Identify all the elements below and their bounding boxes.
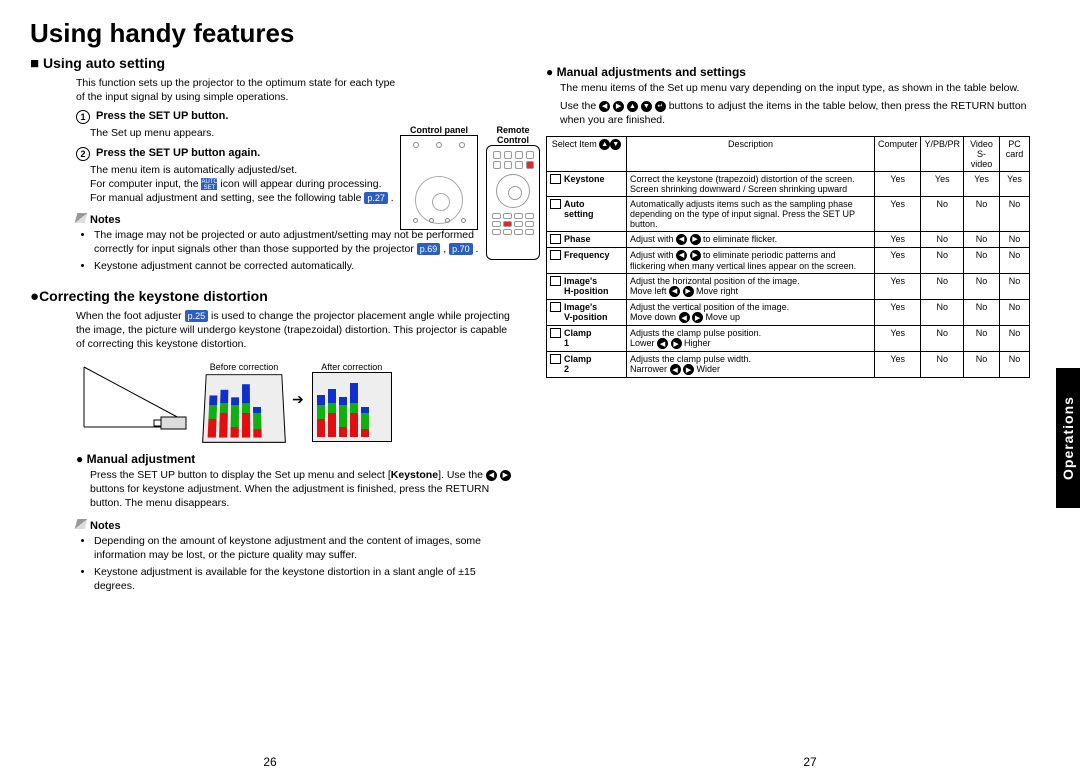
table-row: Image'sV-positionAdjust the vertical pos… bbox=[547, 299, 1030, 325]
auto-set-icon: AUTOSET bbox=[201, 178, 217, 190]
projector-sketch-icon bbox=[76, 357, 196, 442]
right-arrow-icon: ▶ bbox=[500, 470, 511, 481]
left-arrow-icon: ◀ bbox=[599, 101, 610, 112]
table-row: FrequencyAdjust with ◀ ▶ to eliminate pe… bbox=[547, 247, 1030, 273]
table-row: Image'sH-positionAdjust the horizontal p… bbox=[547, 273, 1030, 299]
setting-icon bbox=[550, 328, 561, 338]
right-column: ● Manual adjustments and settings The me… bbox=[546, 55, 1050, 596]
page-number-right: 27 bbox=[803, 755, 816, 769]
up-arrow-icon: ▲ bbox=[627, 101, 638, 112]
control-panel-icon bbox=[400, 135, 478, 230]
table-row: PhaseAdjust with ◀ ▶ to eliminate flicke… bbox=[547, 231, 1030, 247]
label-control-panel: Control panel bbox=[400, 125, 478, 135]
manual-adjust-head: ● Manual adjustment bbox=[76, 452, 514, 466]
step-number-icon: 2 bbox=[76, 147, 90, 161]
page-title: Using handy features bbox=[30, 18, 1080, 49]
settings-table: Select Item ▲▼ Description Computer Y/PB… bbox=[546, 136, 1030, 379]
auto-setting-intro: This function sets up the projector to t… bbox=[76, 76, 396, 104]
left-column: ■ Using auto setting This function sets … bbox=[30, 55, 514, 596]
table-row: Clamp2Adjusts the clamp pulse width.Narr… bbox=[547, 352, 1030, 378]
section-keystone: ●Correcting the keystone distortion bbox=[30, 288, 514, 305]
setting-icon bbox=[550, 354, 561, 364]
keystone-illustration: Before correction ➔ After correction bbox=[76, 357, 514, 442]
table-row: KeystoneCorrect the keystone (trapezoid)… bbox=[547, 171, 1030, 196]
step-1: 1 Press the SET UP button. bbox=[76, 110, 514, 124]
step-number-icon: 1 bbox=[76, 110, 90, 124]
up-arrow-icon: ▲ bbox=[599, 139, 610, 150]
table-row: AutosettingAutomatically adjusts items s… bbox=[547, 196, 1030, 231]
device-illustrations: Control panel Remote Control bbox=[400, 125, 540, 260]
notes-heading-2: Notes bbox=[76, 519, 514, 532]
notes-list-2: Depending on the amount of keystone adju… bbox=[94, 534, 514, 594]
section-manual-settings: ● Manual adjustments and settings bbox=[546, 65, 1030, 79]
page-ref-27[interactable]: p.27 bbox=[364, 192, 388, 204]
before-caption: Before correction bbox=[204, 362, 284, 372]
arrow-icon: ➔ bbox=[292, 391, 304, 408]
enter-icon: ↵ bbox=[655, 101, 666, 112]
side-tab-operations: Operations bbox=[1056, 368, 1080, 508]
left-arrow-icon: ◀ bbox=[486, 470, 497, 481]
label-remote-control: Remote Control bbox=[486, 125, 540, 145]
keystone-intro: When the foot adjuster p.25 is used to c… bbox=[76, 309, 514, 352]
setting-icon bbox=[550, 250, 561, 260]
setting-icon bbox=[550, 276, 561, 286]
page-ref-25[interactable]: p.25 bbox=[185, 310, 209, 322]
setting-icon bbox=[550, 302, 561, 312]
use-buttons-text: Use the ◀ ▶ ▲ ▼ ↵ buttons to adjust the … bbox=[560, 99, 1030, 127]
table-row: Clamp1Adjusts the clamp pulse position.L… bbox=[547, 326, 1030, 352]
section-auto-setting: ■ Using auto setting bbox=[30, 55, 514, 72]
down-arrow-icon: ▼ bbox=[610, 139, 621, 150]
down-arrow-icon: ▼ bbox=[641, 101, 652, 112]
bars-after-icon bbox=[312, 372, 392, 442]
bars-before-icon bbox=[202, 374, 286, 443]
setting-icon bbox=[550, 199, 561, 209]
after-caption: After correction bbox=[312, 362, 392, 372]
page-number-left: 26 bbox=[263, 755, 276, 769]
page-numbers: 26 27 bbox=[0, 755, 1080, 769]
right-arrow-icon: ▶ bbox=[613, 101, 624, 112]
manual-settings-intro: The menu items of the Set up menu vary d… bbox=[560, 81, 1030, 95]
setting-icon bbox=[550, 234, 561, 244]
setting-icon bbox=[550, 174, 561, 184]
remote-control-icon bbox=[486, 145, 540, 260]
manual-adjust-body: Press the SET UP button to display the S… bbox=[90, 468, 514, 511]
